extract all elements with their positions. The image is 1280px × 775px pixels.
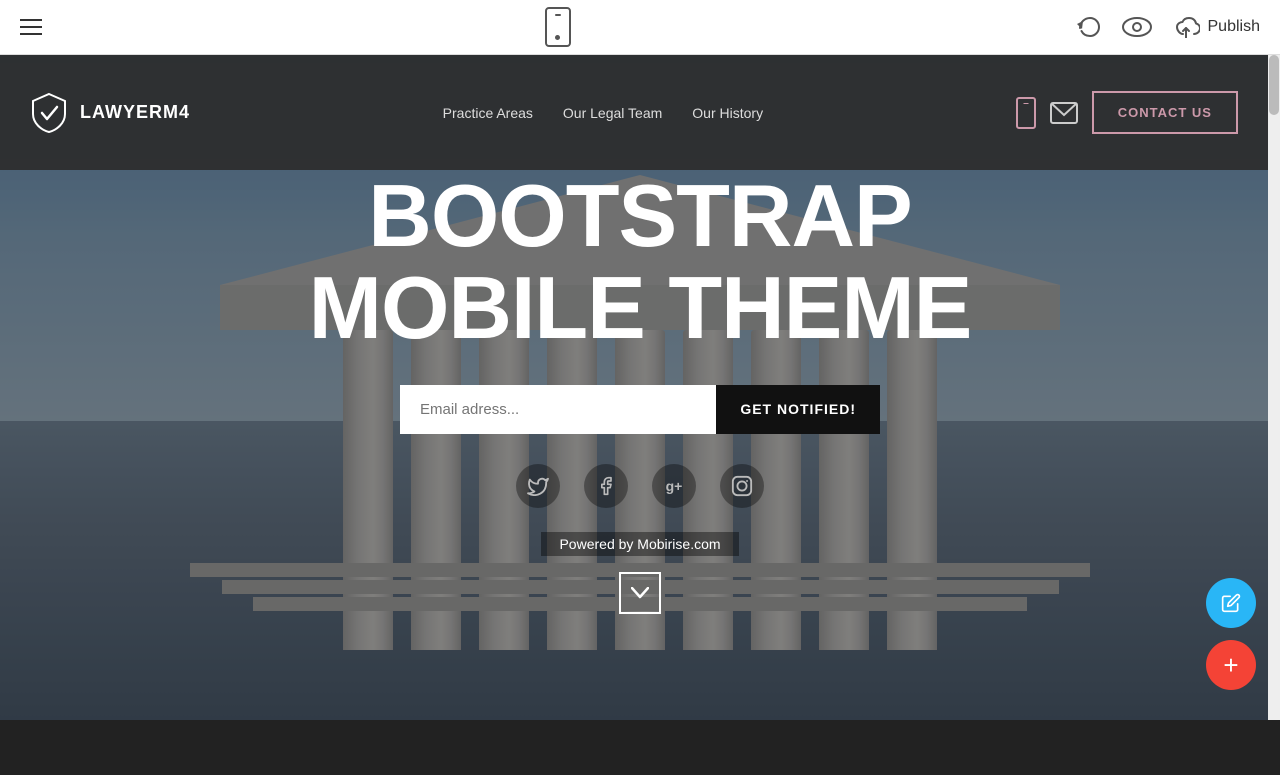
edit-fab-button[interactable]	[1206, 578, 1256, 628]
nav-legal-team[interactable]: Our Legal Team	[563, 105, 662, 121]
nav-links: Practice Areas Our Legal Team Our Histor…	[443, 105, 763, 121]
phone-icon[interactable]	[1016, 97, 1036, 129]
site-logo-name: LAWYERM4	[80, 102, 190, 123]
email-icon[interactable]	[1050, 102, 1078, 124]
cloud-upload-icon	[1172, 16, 1200, 38]
mobile-preview-icon[interactable]	[545, 7, 571, 47]
eye-icon[interactable]	[1122, 16, 1152, 38]
menu-icon[interactable]	[20, 19, 42, 35]
publish-button[interactable]: Publish	[1172, 16, 1260, 38]
twitter-icon[interactable]	[516, 464, 560, 508]
hero-title-line2: MOBILE THEME	[309, 258, 972, 357]
editor-toolbar: Publish	[0, 0, 1280, 55]
right-tools: Publish	[1074, 14, 1260, 40]
edit-icon	[1221, 593, 1241, 613]
nav-right-icons: CONTACT US	[1016, 91, 1238, 134]
shield-icon	[30, 92, 68, 134]
hero-title-line1: BOOTSTRAP	[368, 166, 911, 265]
social-icons: g+	[516, 464, 764, 508]
nav-our-history[interactable]: Our History	[692, 105, 763, 121]
site-logo: LAWYERM4	[30, 92, 190, 134]
facebook-icon[interactable]	[584, 464, 628, 508]
left-tools	[20, 19, 42, 35]
scroll-down-button[interactable]	[619, 572, 661, 614]
scrollbar-track[interactable]	[1268, 55, 1280, 720]
center-tools	[545, 7, 571, 47]
hero-title: BOOTSTRAP MOBILE THEME	[309, 170, 972, 355]
contact-us-button[interactable]: CONTACT US	[1092, 91, 1238, 134]
fab-container: +	[1206, 578, 1256, 690]
notify-button[interactable]: GET NOTIFIED!	[716, 385, 880, 434]
google-plus-icon[interactable]: g+	[652, 464, 696, 508]
undo-icon[interactable]	[1074, 14, 1102, 40]
email-input[interactable]	[400, 385, 716, 434]
page-content: LAWYERM4 Practice Areas Our Legal Team O…	[0, 55, 1280, 720]
nav-practice-areas[interactable]: Practice Areas	[443, 105, 533, 121]
instagram-icon[interactable]	[720, 464, 764, 508]
hero-form: GET NOTIFIED!	[400, 385, 880, 434]
scrollbar-thumb[interactable]	[1269, 55, 1279, 115]
powered-by: Powered by Mobirise.com	[541, 532, 738, 556]
add-fab-button[interactable]: +	[1206, 640, 1256, 690]
site-nav: LAWYERM4 Practice Areas Our Legal Team O…	[0, 55, 1268, 170]
publish-label: Publish	[1208, 18, 1260, 36]
